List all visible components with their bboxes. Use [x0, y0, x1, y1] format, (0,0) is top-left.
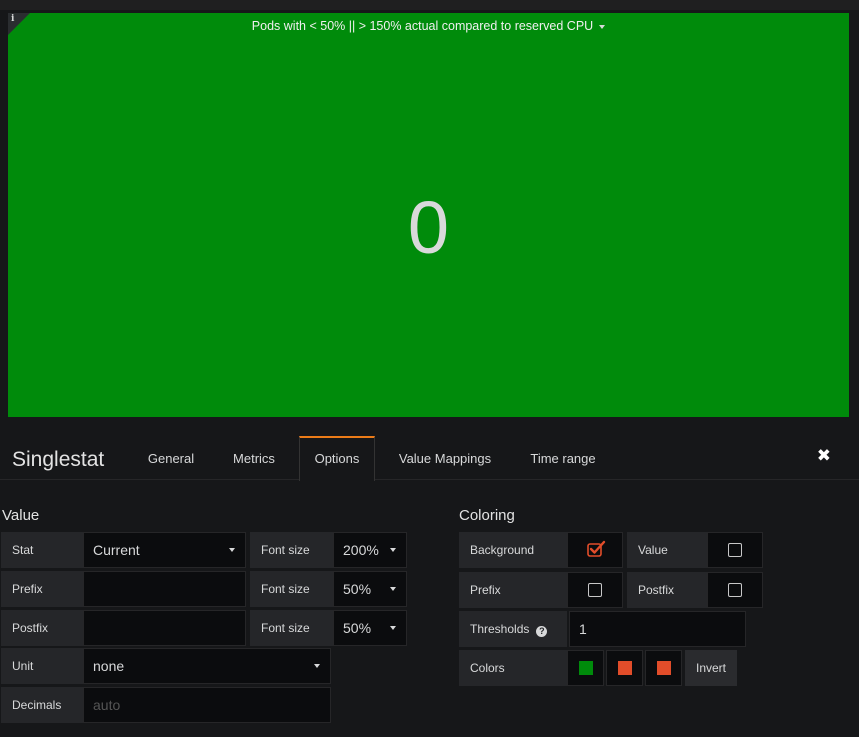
- prefix-color-checkbox[interactable]: [567, 572, 623, 608]
- invert-button[interactable]: Invert: [685, 650, 737, 686]
- tab-general[interactable]: General: [133, 436, 209, 480]
- checkbox-unchecked-icon: [728, 583, 742, 597]
- chevron-down-icon: [314, 664, 320, 668]
- panel-value: 0: [407, 186, 450, 269]
- tab-metrics[interactable]: Metrics: [216, 436, 292, 480]
- postfix-font-size-label: Font size: [250, 610, 333, 646]
- postfix-input[interactable]: [83, 610, 246, 646]
- value-section-title: Value: [2, 507, 40, 524]
- prefix-label: Prefix: [1, 571, 83, 607]
- decimals-input[interactable]: auto: [83, 687, 331, 723]
- tab-options[interactable]: Options: [299, 436, 375, 481]
- value-font-size-value: 200%: [343, 542, 379, 558]
- thresholds-input[interactable]: 1: [569, 611, 746, 647]
- thresholds-label: Thresholds?: [459, 611, 567, 647]
- stat-select-value: Current: [93, 542, 140, 558]
- value-font-size-select[interactable]: 200%: [333, 532, 407, 568]
- prefix-font-size-value: 50%: [343, 581, 372, 597]
- stat-select[interactable]: Current: [83, 532, 246, 568]
- stat-label: Stat: [1, 532, 83, 568]
- postfix-color-checkbox[interactable]: [707, 572, 763, 608]
- postfix-font-size-value: 50%: [343, 620, 372, 636]
- chevron-down-icon: [390, 587, 396, 591]
- prefix-color-label: Prefix: [459, 572, 567, 608]
- top-strip: [0, 0, 859, 10]
- checkbox-unchecked-icon: [588, 583, 602, 597]
- tab-value-mappings[interactable]: Value Mappings: [384, 436, 506, 480]
- close-icon[interactable]: ✖: [817, 446, 831, 466]
- prefix-font-size-label: Font size: [250, 571, 333, 607]
- colors-label: Colors: [459, 650, 567, 686]
- background-checkbox[interactable]: [567, 532, 623, 568]
- background-label: Background: [459, 532, 567, 568]
- value-color-checkbox[interactable]: [707, 532, 763, 568]
- postfix-color-label: Postfix: [627, 572, 707, 608]
- prefix-input[interactable]: [83, 571, 246, 607]
- unit-label: Unit: [1, 648, 83, 684]
- decimals-label: Decimals: [1, 687, 83, 723]
- checkbox-checked-icon: [587, 540, 606, 557]
- checkbox-unchecked-icon: [728, 543, 742, 557]
- color-swatch-green: [578, 661, 593, 675]
- chevron-down-icon[interactable]: [599, 24, 606, 29]
- question-circle-icon[interactable]: ?: [536, 626, 548, 637]
- value-font-size-label: Font size: [250, 532, 333, 568]
- color-swatch-red: [656, 661, 671, 675]
- chevron-down-icon: [229, 548, 235, 552]
- editor-title: Singlestat: [12, 448, 105, 471]
- tab-time-range[interactable]: Time range: [516, 436, 610, 480]
- postfix-label: Postfix: [1, 610, 83, 646]
- unit-select-value: none: [93, 658, 125, 674]
- color-picker-critical[interactable]: [645, 650, 682, 686]
- color-swatch-orange: [617, 661, 632, 675]
- unit-select[interactable]: none: [83, 648, 331, 684]
- panel-title[interactable]: Pods with < 50% || > 150% actual compare…: [8, 19, 849, 33]
- color-picker-warn[interactable]: [606, 650, 643, 686]
- singlestat-panel: i Pods with < 50% || > 150% actual compa…: [8, 13, 849, 417]
- chevron-down-icon: [390, 548, 396, 552]
- color-picker-ok[interactable]: [567, 650, 604, 686]
- coloring-section-title: Coloring: [459, 507, 515, 524]
- chevron-down-icon: [390, 626, 396, 630]
- value-color-label: Value: [627, 532, 707, 568]
- thresholds-label-text: Thresholds: [470, 622, 530, 636]
- editor-header: Singlestat General Metrics Options Value…: [0, 436, 859, 481]
- postfix-font-size-select[interactable]: 50%: [333, 610, 407, 646]
- prefix-font-size-select[interactable]: 50%: [333, 571, 407, 607]
- panel-title-text[interactable]: Pods with < 50% || > 150% actual compare…: [252, 19, 593, 33]
